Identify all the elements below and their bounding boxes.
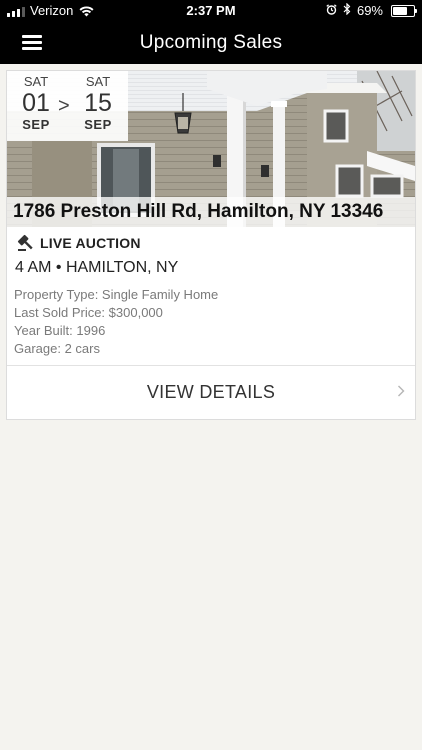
- start-day-of-week: SAT: [23, 74, 49, 89]
- detail-garage: Garage: 2 cars: [14, 341, 100, 356]
- property-details: Property Type: Single Family Home Last S…: [14, 286, 218, 358]
- detail-year-built: Year Built: 1996: [14, 323, 106, 338]
- wifi-icon: [79, 5, 94, 17]
- property-address: 1786 Preston Hill Rd, Hamilton, NY 13346: [13, 201, 384, 222]
- end-day: 15: [84, 89, 112, 117]
- page-title: Upcoming Sales: [139, 32, 283, 53]
- address-banner: 1786 Preston Hill Rd, Hamilton, NY 13346: [7, 197, 415, 227]
- cellular-signal-icon: [7, 5, 25, 17]
- gavel-icon: [17, 234, 35, 252]
- nav-bar: Upcoming Sales: [0, 22, 422, 64]
- battery-icon: [391, 5, 417, 17]
- status-bar: Verizon 2:37 PM 69%: [0, 0, 422, 22]
- sale-card[interactable]: SAT 01 SEP > SAT 15 SEP 1786 Preston Hil…: [6, 70, 416, 420]
- sale-date-range: SAT 01 SEP > SAT 15 SEP: [7, 71, 128, 141]
- carrier-label: Verizon: [30, 3, 74, 18]
- view-details-button[interactable]: VIEW DETAILS: [7, 366, 415, 419]
- end-day-of-week: SAT: [85, 74, 111, 89]
- start-day: 01: [22, 89, 50, 117]
- date-range-separator: >: [58, 95, 70, 117]
- bluetooth-icon: [343, 0, 351, 22]
- property-photo: SAT 01 SEP > SAT 15 SEP 1786 Preston Hil…: [7, 71, 415, 227]
- end-date: SAT 15 SEP: [73, 74, 123, 133]
- detail-last-sold-price: Last Sold Price: $300,000: [14, 305, 163, 320]
- detail-property-type: Property Type: Single Family Home: [14, 287, 219, 302]
- sale-time-location: 4 AM • HAMILTON, NY: [15, 259, 179, 276]
- chevron-right-icon: [398, 385, 405, 397]
- start-date: SAT 01 SEP: [11, 74, 61, 133]
- end-month: SEP: [84, 117, 112, 132]
- alarm-icon: [326, 0, 337, 22]
- sale-type: LIVE AUCTION: [17, 234, 141, 252]
- view-details-label: VIEW DETAILS: [146, 382, 276, 402]
- battery-percent: 69%: [356, 3, 383, 18]
- start-month: SEP: [22, 117, 50, 132]
- sale-type-label: LIVE AUCTION: [40, 235, 141, 251]
